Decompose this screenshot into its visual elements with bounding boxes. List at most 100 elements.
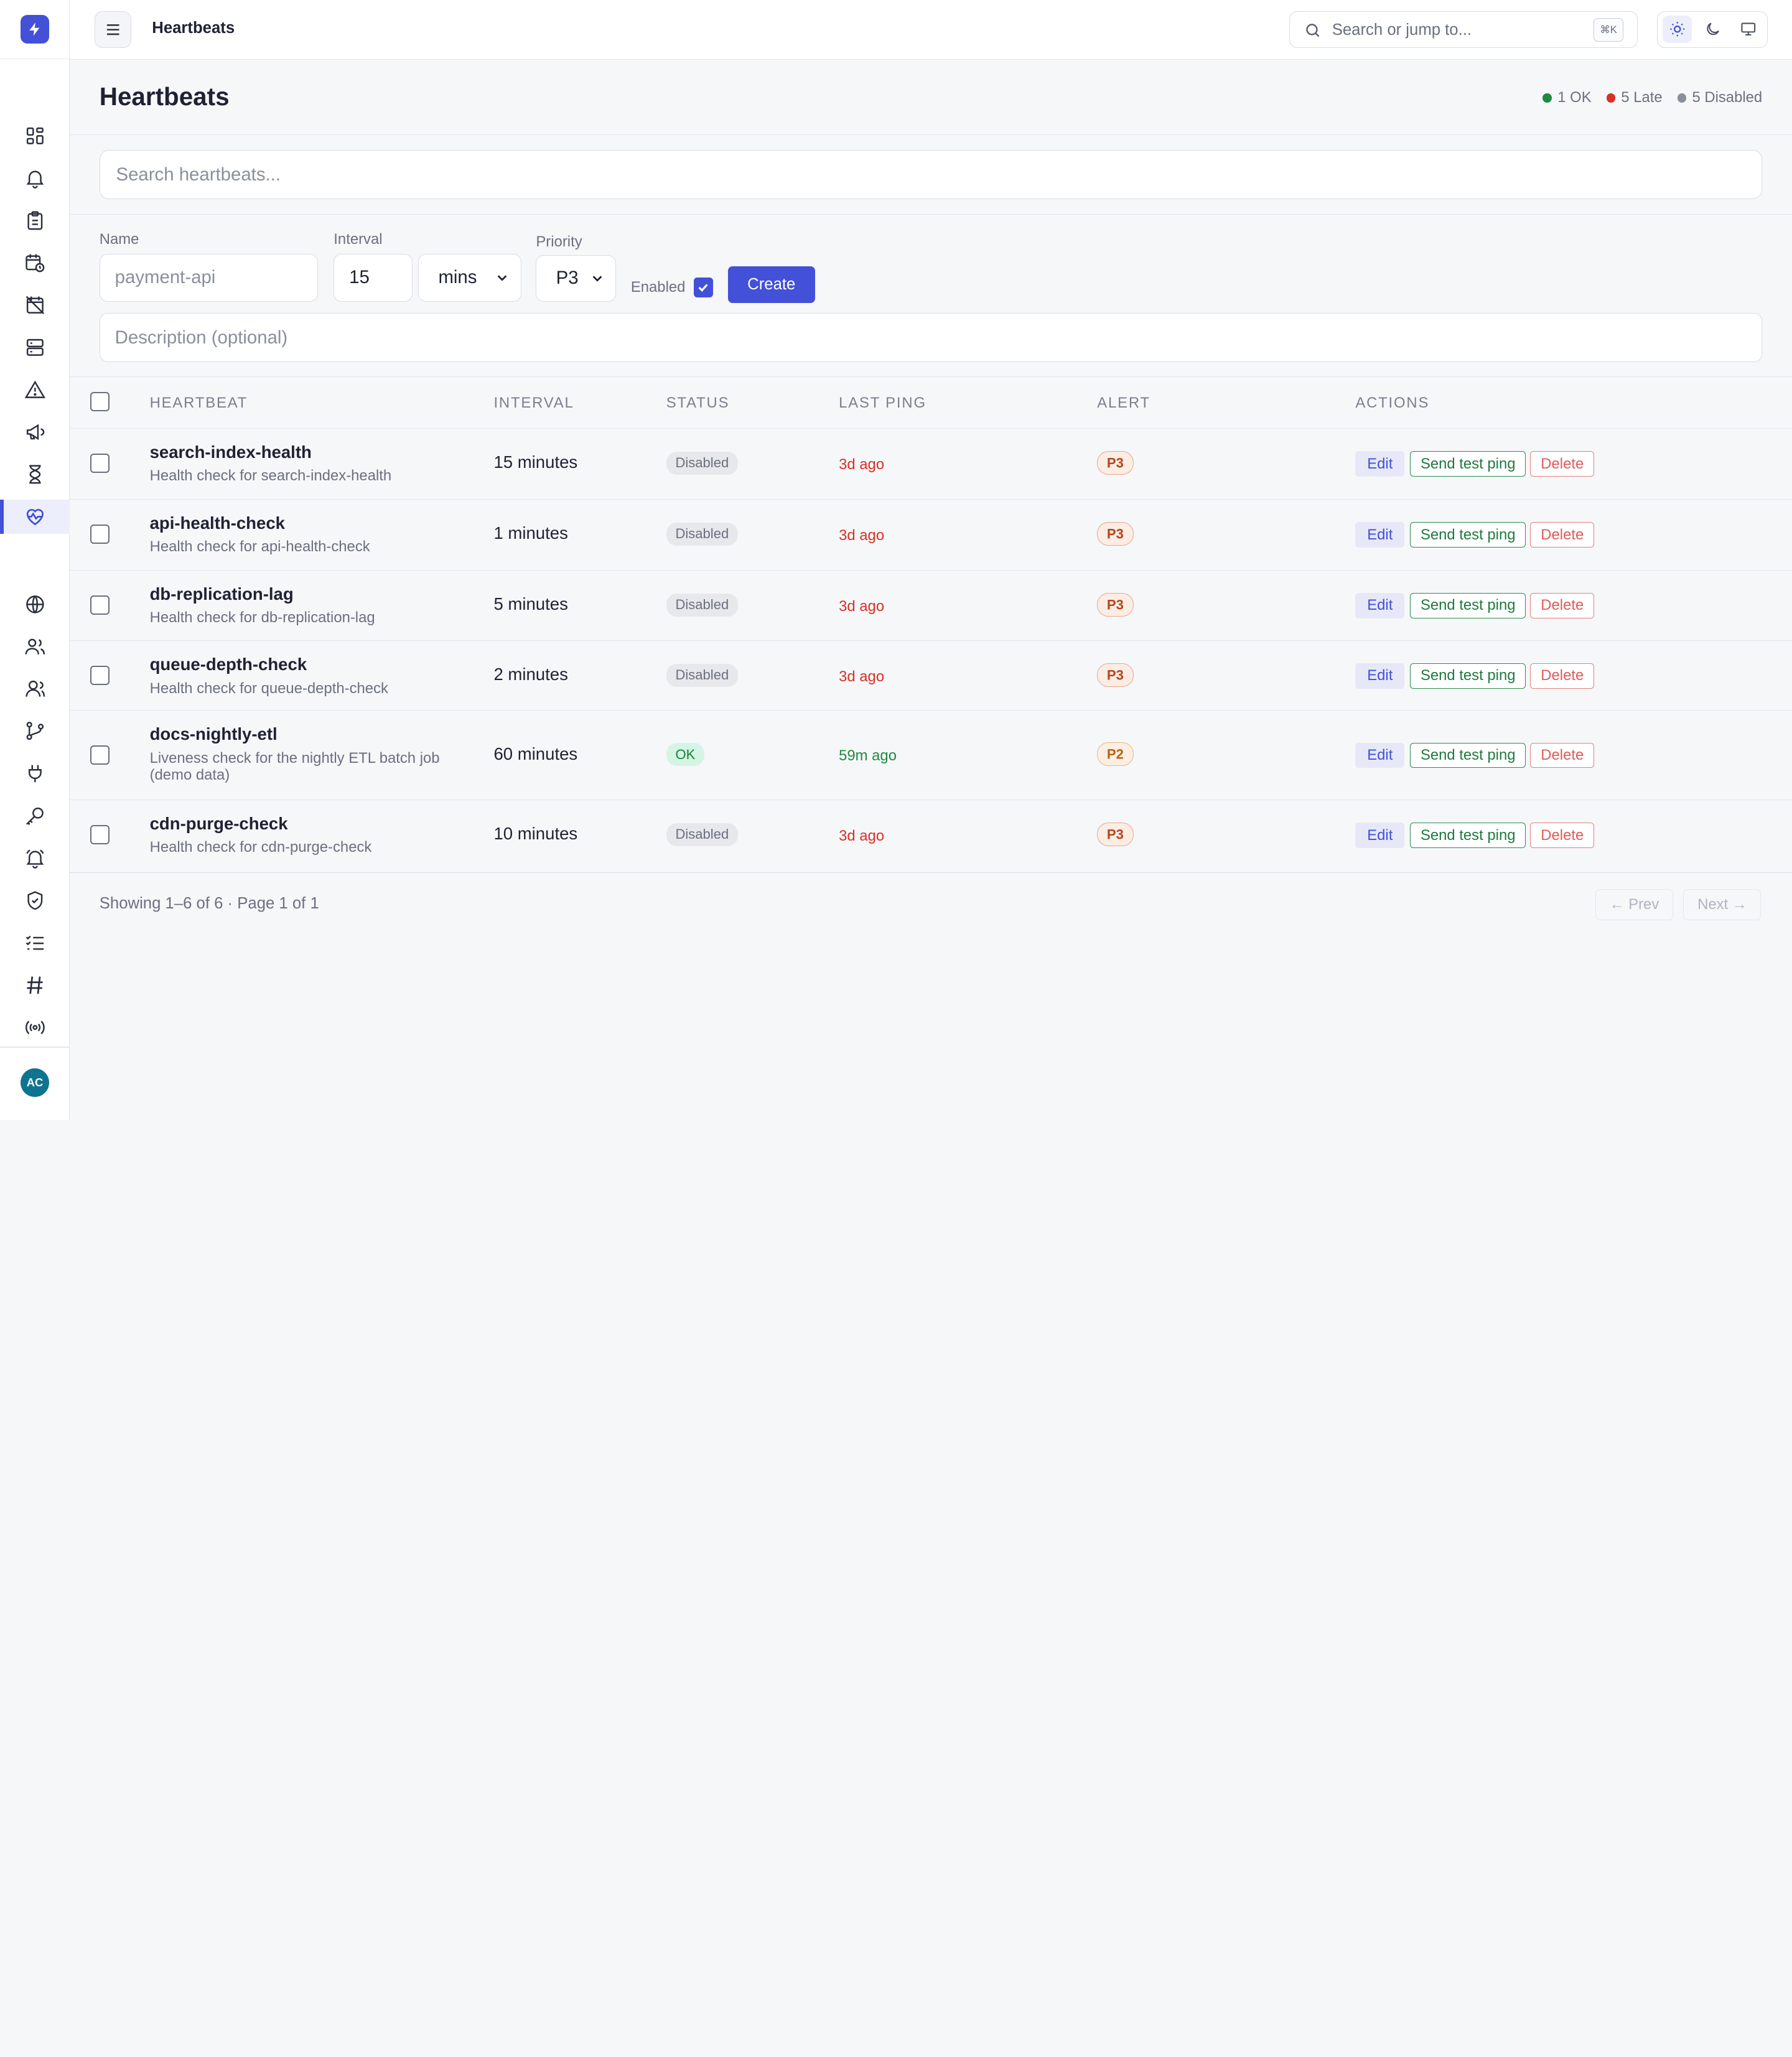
- nav-checklists[interactable]: [0, 926, 70, 960]
- heartbeat-description: Health check for db-replication-lag: [149, 609, 375, 626]
- col-alert: ALERT: [1097, 394, 1150, 411]
- heartbeat-name[interactable]: search-index-health: [150, 442, 312, 462]
- create-button[interactable]: Create: [727, 266, 815, 303]
- interval-value: 5 minutes: [493, 594, 568, 614]
- select-all-checkbox[interactable]: [90, 391, 110, 412]
- nav-alerts[interactable]: [0, 161, 70, 195]
- nav-schedules[interactable]: [0, 246, 70, 280]
- name-label: Name: [99, 231, 139, 248]
- nav-broadcasts[interactable]: [0, 1010, 70, 1045]
- priority-select[interactable]: P3: [536, 254, 616, 302]
- page-title: Heartbeats: [99, 82, 230, 111]
- description-input[interactable]: Description (optional): [99, 313, 1763, 363]
- send-test-ping-button[interactable]: Send test ping: [1410, 823, 1526, 848]
- nav-announcements[interactable]: [0, 415, 70, 449]
- status-badge: Disabled: [666, 823, 738, 846]
- row-checkbox[interactable]: [90, 525, 110, 544]
- table-row[interactable]: docs-nightly-etl Liveness check for the n…: [70, 711, 1792, 800]
- summary-late: 5 Late: [1606, 89, 1663, 106]
- heartbeat-name[interactable]: cdn-purge-check: [150, 814, 288, 834]
- next-page-button[interactable]: Next →: [1683, 889, 1762, 920]
- nav-status-pages[interactable]: [0, 587, 70, 622]
- system-theme-button[interactable]: [1733, 16, 1763, 43]
- row-checkbox[interactable]: [90, 595, 110, 615]
- col-status[interactable]: STATUS: [666, 394, 730, 412]
- nav-users[interactable]: [0, 630, 70, 664]
- interval-value: 10 minutes: [493, 824, 578, 844]
- heartbeat-name[interactable]: docs-nightly-etl: [150, 724, 278, 744]
- enabled-checkbox[interactable]: [693, 278, 714, 297]
- interval-value: 2 minutes: [493, 665, 568, 684]
- table-row[interactable]: search-index-health Health check for sear…: [70, 429, 1792, 500]
- row-checkbox[interactable]: [90, 745, 110, 765]
- nav-channels[interactable]: [0, 968, 70, 1002]
- nav-api-keys[interactable]: [0, 799, 70, 833]
- dark-theme-button[interactable]: [1697, 16, 1727, 43]
- nav-heartbeats[interactable]: [0, 499, 70, 534]
- nav-timers[interactable]: [0, 457, 70, 492]
- delete-button[interactable]: Delete: [1530, 522, 1595, 548]
- heartbeat-name[interactable]: queue-depth-check: [150, 655, 307, 674]
- delete-button[interactable]: Delete: [1530, 451, 1595, 477]
- nav-escalations[interactable]: [0, 714, 70, 749]
- last-ping: 3d ago: [839, 668, 885, 685]
- row-checkbox[interactable]: [90, 665, 110, 686]
- table-row[interactable]: api-health-check Health check for api-hea…: [70, 500, 1792, 571]
- hamburger-icon: [107, 24, 119, 35]
- nav-services[interactable]: [0, 330, 70, 365]
- col-last-ping[interactable]: LAST PING: [839, 394, 926, 412]
- row-checkbox[interactable]: [90, 454, 110, 473]
- edit-button[interactable]: Edit: [1355, 742, 1405, 768]
- edit-button[interactable]: Edit: [1355, 593, 1405, 618]
- row-checkbox[interactable]: [90, 825, 110, 845]
- nav-dashboard[interactable]: [0, 119, 70, 153]
- nav-security[interactable]: [0, 884, 70, 918]
- megaphone-icon: [26, 424, 44, 441]
- interval-input[interactable]: 15: [334, 253, 413, 302]
- nav-incidents[interactable]: [0, 203, 70, 238]
- disabled-dot: [1677, 93, 1687, 103]
- global-search-input[interactable]: Search or jump to... ⌘K: [1289, 11, 1638, 49]
- heartbeat-search-input[interactable]: Search heartbeats...: [99, 149, 1763, 199]
- table-row[interactable]: queue-depth-check Health check for queue-…: [70, 641, 1792, 711]
- send-test-ping-button[interactable]: Send test ping: [1410, 663, 1526, 689]
- send-test-ping-button[interactable]: Send test ping: [1410, 451, 1526, 477]
- menu-toggle-button[interactable]: [95, 11, 132, 49]
- priority-badge: P3: [1097, 521, 1134, 546]
- heartbeat-icon: [26, 508, 44, 526]
- nav-integrations[interactable]: [0, 757, 70, 791]
- warning-icon: [24, 380, 45, 398]
- heartbeat-name[interactable]: db-replication-lag: [150, 584, 294, 604]
- nav-maintenance[interactable]: [0, 288, 70, 322]
- col-interval[interactable]: INTERVAL: [493, 394, 574, 412]
- nav-notification-rules[interactable]: [0, 841, 70, 875]
- col-heartbeat[interactable]: HEARTBEAT: [150, 394, 248, 412]
- interval-unit-select[interactable]: mins: [418, 253, 521, 302]
- delete-button[interactable]: Delete: [1530, 663, 1595, 689]
- edit-button[interactable]: Edit: [1355, 663, 1405, 689]
- table-row[interactable]: cdn-purge-check Health check for cdn-purg…: [70, 800, 1792, 871]
- edit-button[interactable]: Edit: [1355, 823, 1405, 848]
- alert-cell: P2: [1097, 742, 1134, 767]
- shortcut-hint: ⌘K: [1594, 17, 1623, 42]
- edit-button[interactable]: Edit: [1355, 522, 1405, 548]
- interval-label: Interval: [334, 231, 383, 248]
- hash-icon: [27, 976, 43, 994]
- light-theme-button[interactable]: [1662, 15, 1692, 43]
- heartbeat-name[interactable]: api-health-check: [150, 513, 285, 533]
- nav-teams[interactable]: [0, 672, 70, 706]
- table-row[interactable]: db-replication-lag Health check for db-re…: [70, 571, 1792, 641]
- delete-button[interactable]: Delete: [1530, 823, 1595, 848]
- edit-button[interactable]: Edit: [1355, 451, 1405, 477]
- send-test-ping-button[interactable]: Send test ping: [1410, 593, 1526, 618]
- interval-value: 15 minutes: [493, 452, 578, 472]
- user-avatar[interactable]: AC: [21, 1068, 49, 1098]
- app-logo[interactable]: [21, 14, 49, 44]
- prev-page-button[interactable]: ← Prev: [1595, 889, 1673, 920]
- send-test-ping-button[interactable]: Send test ping: [1410, 742, 1526, 768]
- send-test-ping-button[interactable]: Send test ping: [1410, 522, 1526, 548]
- delete-button[interactable]: Delete: [1530, 742, 1595, 768]
- name-input[interactable]: payment-api: [99, 253, 318, 302]
- delete-button[interactable]: Delete: [1530, 593, 1595, 618]
- nav-warnings[interactable]: [0, 373, 70, 407]
